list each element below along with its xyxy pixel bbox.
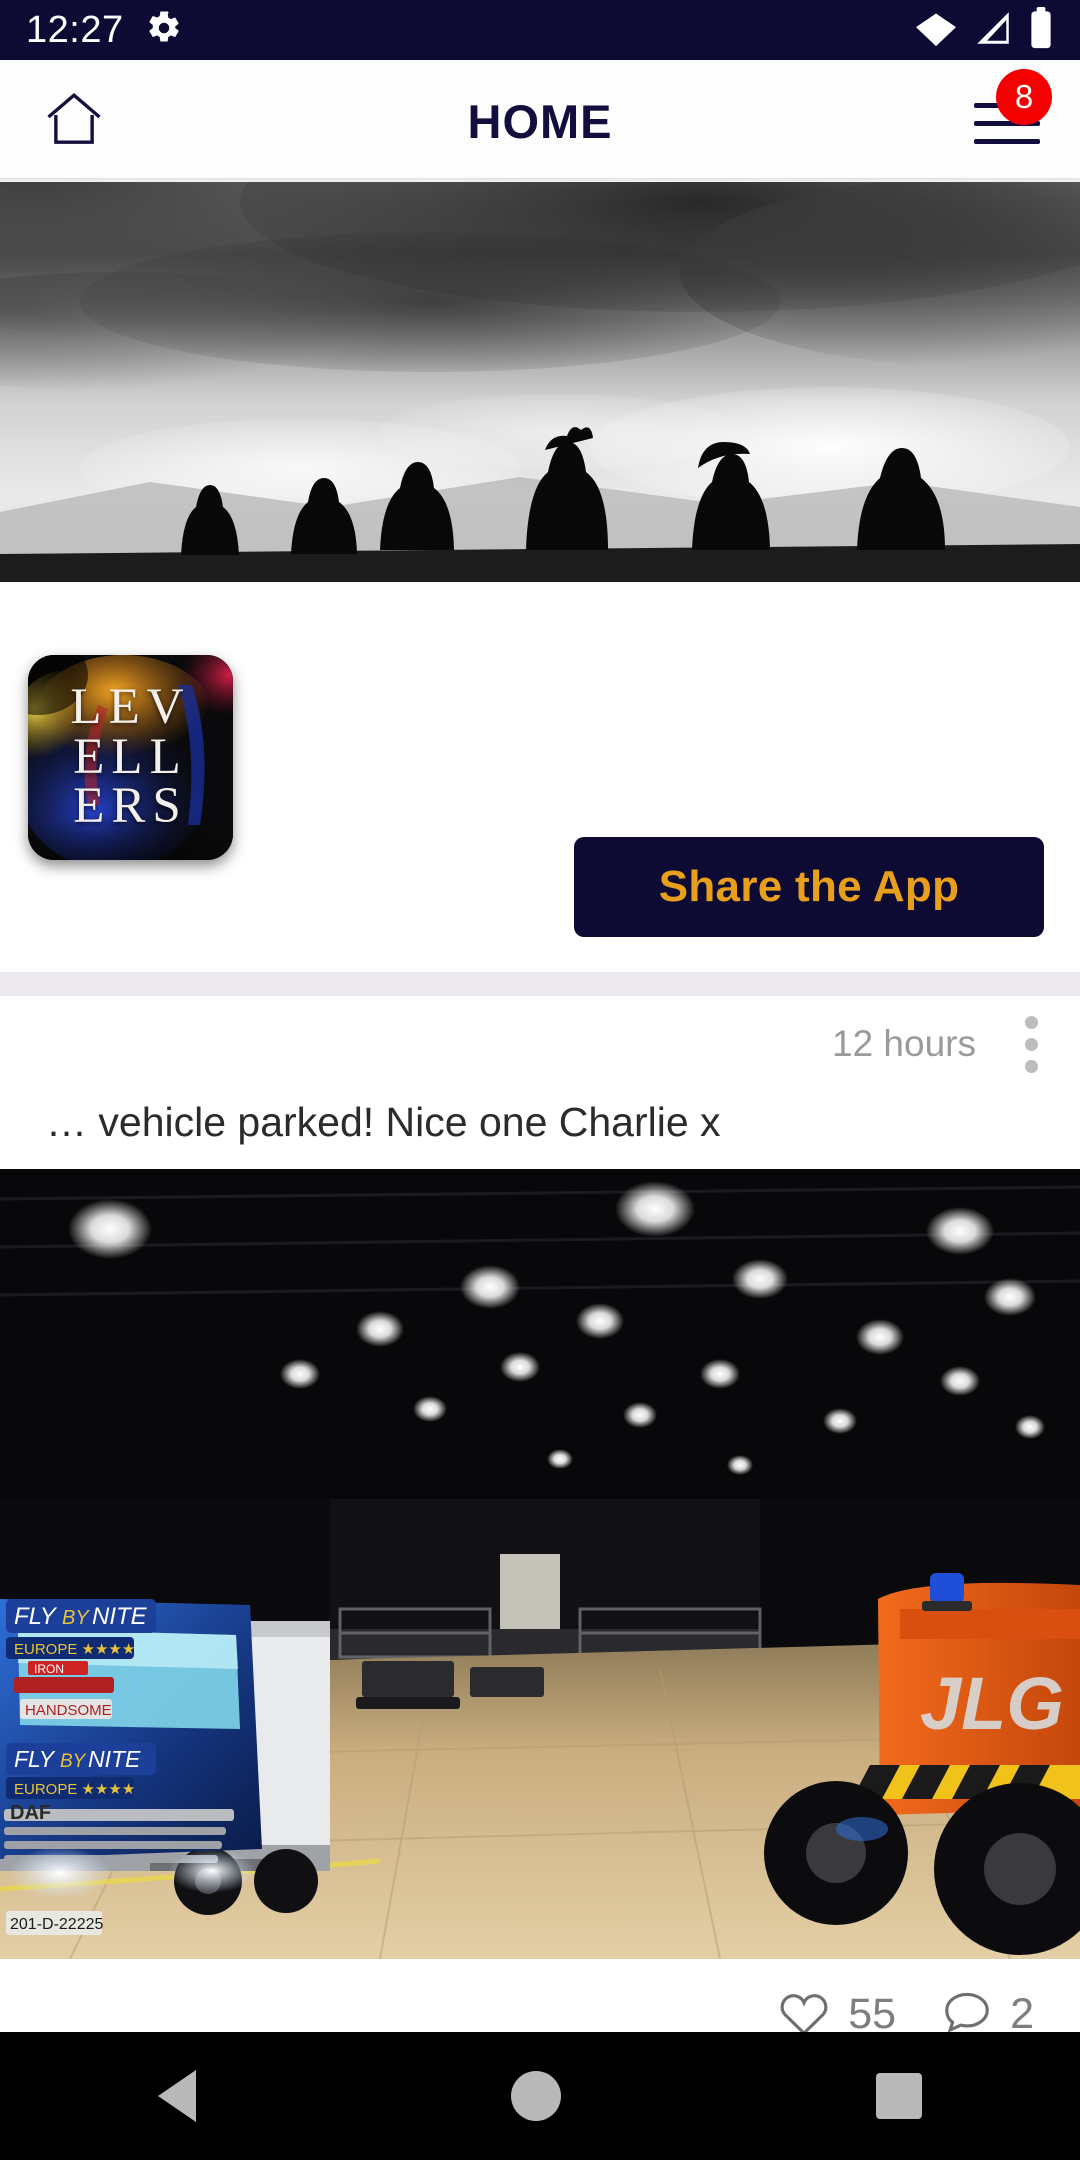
svg-text:IRON: IRON: [34, 1662, 64, 1676]
svg-text:NITE: NITE: [92, 1603, 148, 1630]
svg-text:DAF: DAF: [10, 1802, 51, 1824]
svg-text:EUROPE ★★★★: EUROPE ★★★★: [14, 1641, 135, 1658]
app-logo-badge[interactable]: LEV ELL ERS: [28, 655, 233, 860]
battery-icon: [1028, 6, 1054, 54]
share-the-app-button[interactable]: Share the App: [574, 837, 1044, 937]
wifi-icon: [914, 8, 958, 53]
svg-text:BY: BY: [60, 1751, 87, 1772]
svg-text:JLG: JLG: [920, 1662, 1064, 1745]
logo-line-1: LEV: [70, 679, 191, 736]
logo-wordmark: LEV ELL ERS: [28, 655, 233, 860]
feed-separator: [0, 972, 1080, 996]
more-vertical-icon[interactable]: [1010, 1006, 1052, 1082]
menu-button[interactable]: 8: [960, 69, 1056, 169]
post-timestamp: 12 hours: [832, 1023, 976, 1064]
post-header: 12 hours: [0, 996, 1080, 1092]
hero-banner-image: [0, 182, 1080, 582]
back-triangle-icon[interactable]: [157, 2070, 196, 2122]
home-circle-icon[interactable]: [510, 2071, 561, 2121]
cellular-signal-icon: [972, 8, 1014, 53]
app-bar: HOME 8: [0, 60, 1080, 182]
svg-text:201-D-22225: 201-D-22225: [10, 1916, 104, 1933]
status-bar-clock: 12:27: [26, 8, 124, 51]
system-navigation-bar: [0, 2032, 1080, 2160]
svg-text:NITE: NITE: [88, 1746, 141, 1772]
notification-badge: 8: [996, 69, 1052, 125]
post-text: … vehicle parked! Nice one Charlie x: [46, 1099, 721, 1145]
page-title: HOME: [467, 94, 613, 148]
svg-text:FLY: FLY: [14, 1746, 56, 1772]
svg-text:EUROPE ★★★★: EUROPE ★★★★: [14, 1781, 135, 1798]
recents-square-icon[interactable]: [876, 2073, 923, 2119]
status-bar-indicators: [914, 6, 1054, 54]
app-screen: 12:27 HOME 8 Share the App LEV ELL ERS 1…: [0, 0, 1080, 2160]
logo-line-2: ELL: [73, 728, 188, 785]
svg-text:BY: BY: [62, 1607, 90, 1629]
logo-line-3: ERS: [73, 778, 188, 835]
svg-text:FLY: FLY: [14, 1603, 58, 1630]
post-image[interactable]: FLY BY NITE EUROPE ★★★★ FLY BY NITE EURO…: [0, 1169, 1080, 1960]
feed-post: 12 hours … vehicle parked! Nice one Char…: [0, 996, 1080, 2080]
status-bar: 12:27: [0, 0, 1080, 60]
gear-icon: [146, 10, 182, 51]
svg-text:HANDSOME: HANDSOME: [25, 1702, 112, 1719]
